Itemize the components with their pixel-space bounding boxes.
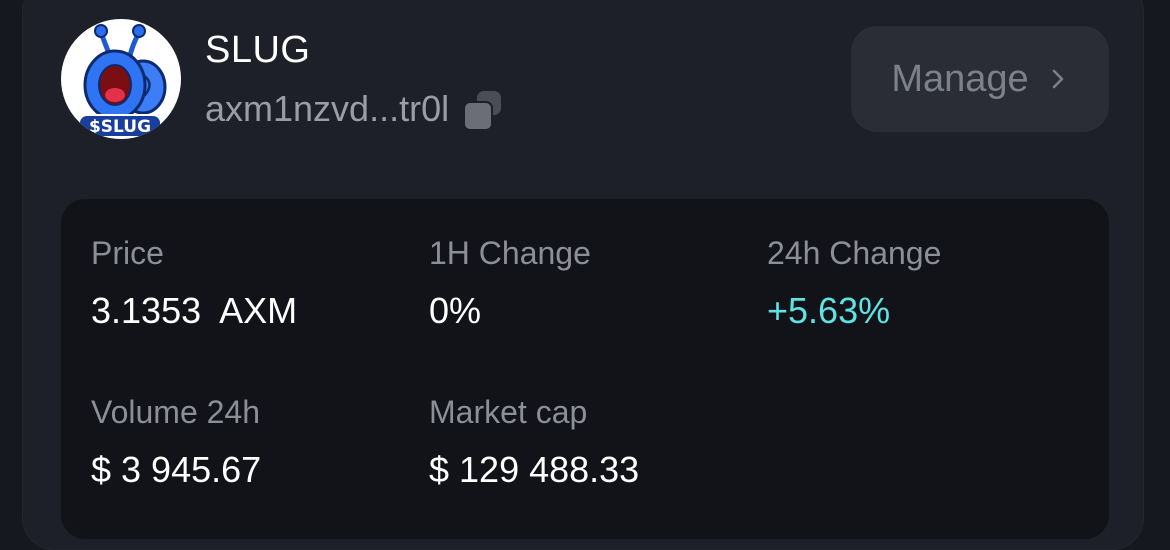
chevron-right-icon — [1047, 68, 1069, 90]
manage-button-label: Manage — [891, 57, 1029, 100]
manage-button[interactable]: Manage — [851, 26, 1109, 132]
copy-icon[interactable] — [463, 89, 505, 131]
change-24h-label: 24h Change — [767, 235, 942, 271]
stats-card: Price 3.1353 AXM 1H Change 0% 24h Change… — [61, 199, 1109, 539]
volume-24h-value: $ 3 945.67 — [91, 449, 262, 490]
stat-24h-change: 24h Change +5.63% — [767, 233, 941, 333]
address-row: axm1nzvd...tr0l — [205, 86, 505, 132]
stat-1h-change: 1H Change 0% — [429, 233, 591, 333]
token-avatar: $SLUG — [61, 19, 181, 139]
stat-volume-24h: Volume 24h $ 3 945.67 — [91, 392, 261, 492]
token-address: axm1nzvd...tr0l — [205, 88, 450, 129]
volume-24h-label: Volume 24h — [91, 394, 261, 430]
token-name: SLUG — [205, 29, 311, 71]
price-value: 3.1353 AXM — [91, 290, 298, 331]
change-1h-label: 1H Change — [429, 235, 591, 271]
change-1h-value: 0% — [429, 290, 482, 331]
change-24h-value: +5.63% — [767, 290, 891, 331]
price-label: Price — [91, 235, 164, 271]
market-cap-value: $ 129 488.33 — [429, 449, 640, 490]
slug-logo-icon: $SLUG — [78, 24, 167, 138]
copy-icon-front — [463, 101, 494, 131]
market-cap-label: Market cap — [429, 394, 588, 430]
stat-price: Price 3.1353 AXM — [91, 233, 297, 333]
stat-market-cap: Market cap $ 129 488.33 — [429, 392, 639, 492]
avatar-badge-text: $SLUG — [89, 117, 151, 137]
